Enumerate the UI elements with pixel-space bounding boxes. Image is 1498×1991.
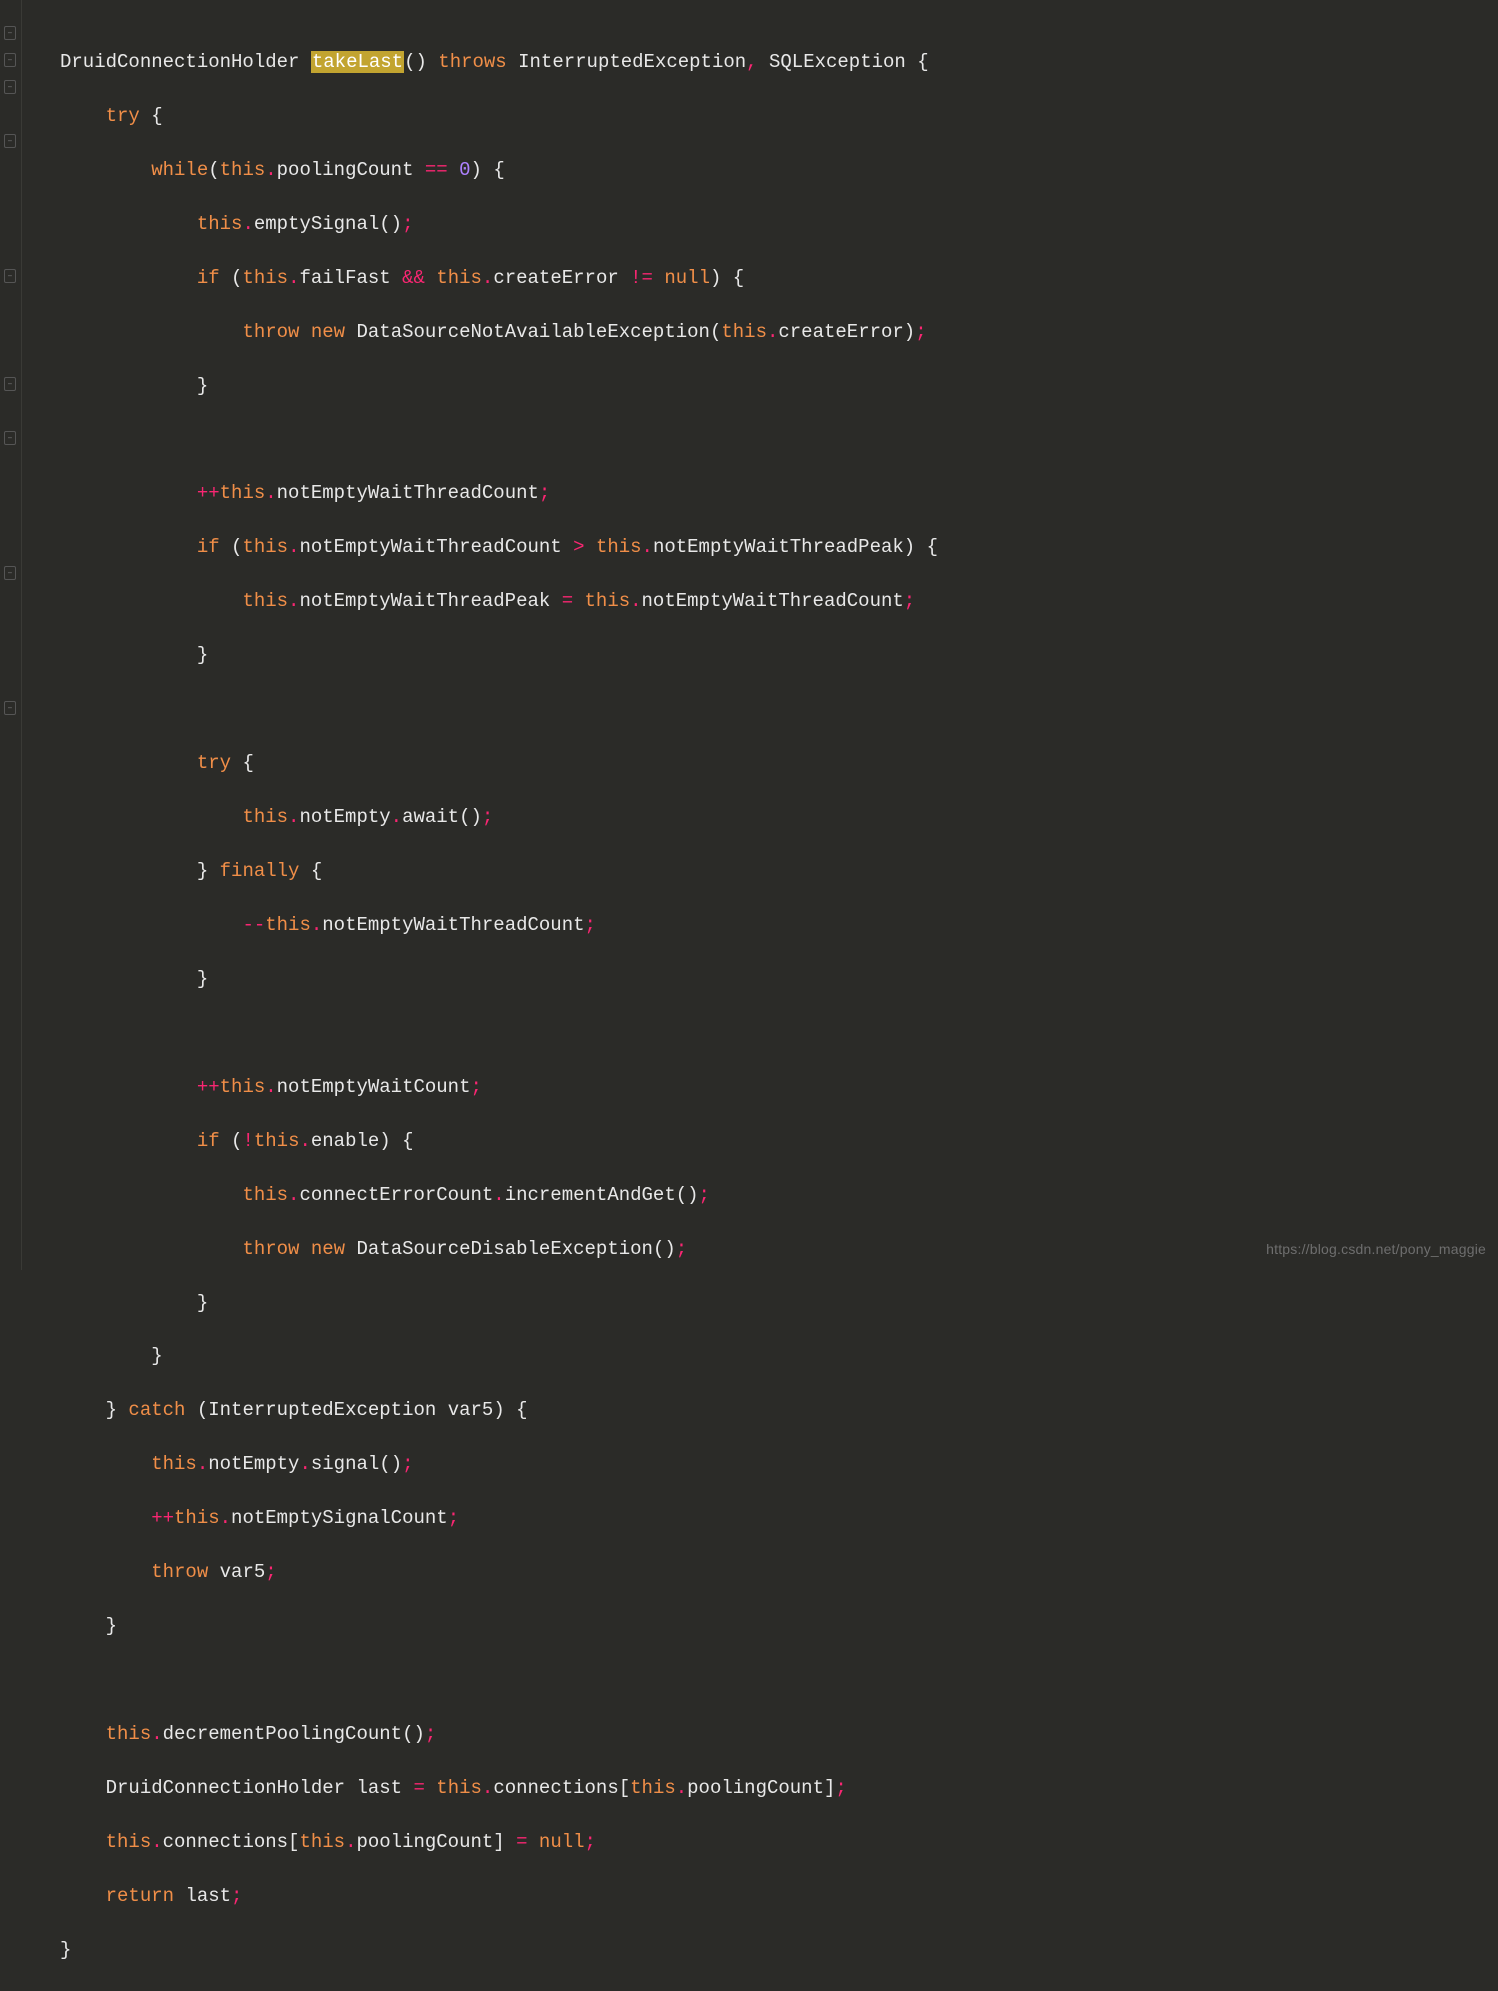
code-line bbox=[60, 1020, 1498, 1047]
code-line: this.connectErrorCount.incrementAndGet()… bbox=[60, 1182, 1498, 1209]
code-line: --this.notEmptyWaitThreadCount; bbox=[60, 912, 1498, 939]
code-line bbox=[60, 696, 1498, 723]
code-line: this.notEmpty.signal(); bbox=[60, 1451, 1498, 1478]
code-line: } catch (InterruptedException var5) { bbox=[60, 1397, 1498, 1424]
code-line: try { bbox=[60, 103, 1498, 130]
code-line: this.notEmpty.await(); bbox=[60, 804, 1498, 831]
code-line: try { bbox=[60, 750, 1498, 777]
code-line: ++this.notEmptyWaitThreadCount; bbox=[60, 480, 1498, 507]
code-line: } finally { bbox=[60, 858, 1498, 885]
fold-marker-icon[interactable]: – bbox=[4, 53, 16, 67]
code-line: } bbox=[60, 642, 1498, 669]
code-line: this.notEmptyWaitThreadPeak = this.notEm… bbox=[60, 588, 1498, 615]
code-line: } bbox=[60, 1343, 1498, 1370]
code-line: throw var5; bbox=[60, 1559, 1498, 1586]
code-line: } bbox=[60, 1290, 1498, 1317]
code-line: DruidConnectionHolder last = this.connec… bbox=[60, 1775, 1498, 1802]
code-line: return last; bbox=[60, 1883, 1498, 1910]
fold-marker-icon[interactable]: – bbox=[4, 431, 16, 445]
code-line bbox=[60, 1667, 1498, 1694]
fold-marker-icon[interactable]: – bbox=[4, 269, 16, 283]
code-line: ++this.notEmptyWaitCount; bbox=[60, 1074, 1498, 1101]
fold-marker-icon[interactable]: – bbox=[4, 80, 16, 94]
code-line: while(this.poolingCount == 0) { bbox=[60, 157, 1498, 184]
code-line: throw new DataSourceNotAvailableExceptio… bbox=[60, 319, 1498, 346]
code-line: } bbox=[60, 966, 1498, 993]
code-line: this.emptySignal(); bbox=[60, 211, 1498, 238]
code-line bbox=[60, 427, 1498, 454]
code-line: } bbox=[60, 1937, 1498, 1964]
code-line: } bbox=[60, 373, 1498, 400]
fold-marker-icon[interactable]: – bbox=[4, 377, 16, 391]
code-line: this.connections[this.poolingCount] = nu… bbox=[60, 1829, 1498, 1856]
fold-marker-icon[interactable]: – bbox=[4, 26, 16, 40]
code-editor-viewport[interactable]: DruidConnectionHolder takeLast() throws … bbox=[22, 22, 1498, 1991]
editor-gutter: – – – – – – – – – bbox=[0, 0, 22, 1270]
fold-marker-icon[interactable]: – bbox=[4, 134, 16, 148]
code-line: if (!this.enable) { bbox=[60, 1128, 1498, 1155]
watermark-text: https://blog.csdn.net/pony_maggie bbox=[1266, 1240, 1486, 1260]
code-line: if (this.notEmptyWaitThreadCount > this.… bbox=[60, 534, 1498, 561]
code-line: } bbox=[60, 1613, 1498, 1640]
fold-marker-icon[interactable]: – bbox=[4, 566, 16, 580]
code-line: if (this.failFast && this.createError !=… bbox=[60, 265, 1498, 292]
search-highlight: takeLast bbox=[311, 51, 404, 73]
code-line: DruidConnectionHolder takeLast() throws … bbox=[60, 49, 1498, 76]
fold-marker-icon[interactable]: – bbox=[4, 701, 16, 715]
code-line: this.decrementPoolingCount(); bbox=[60, 1721, 1498, 1748]
code-line: ++this.notEmptySignalCount; bbox=[60, 1505, 1498, 1532]
